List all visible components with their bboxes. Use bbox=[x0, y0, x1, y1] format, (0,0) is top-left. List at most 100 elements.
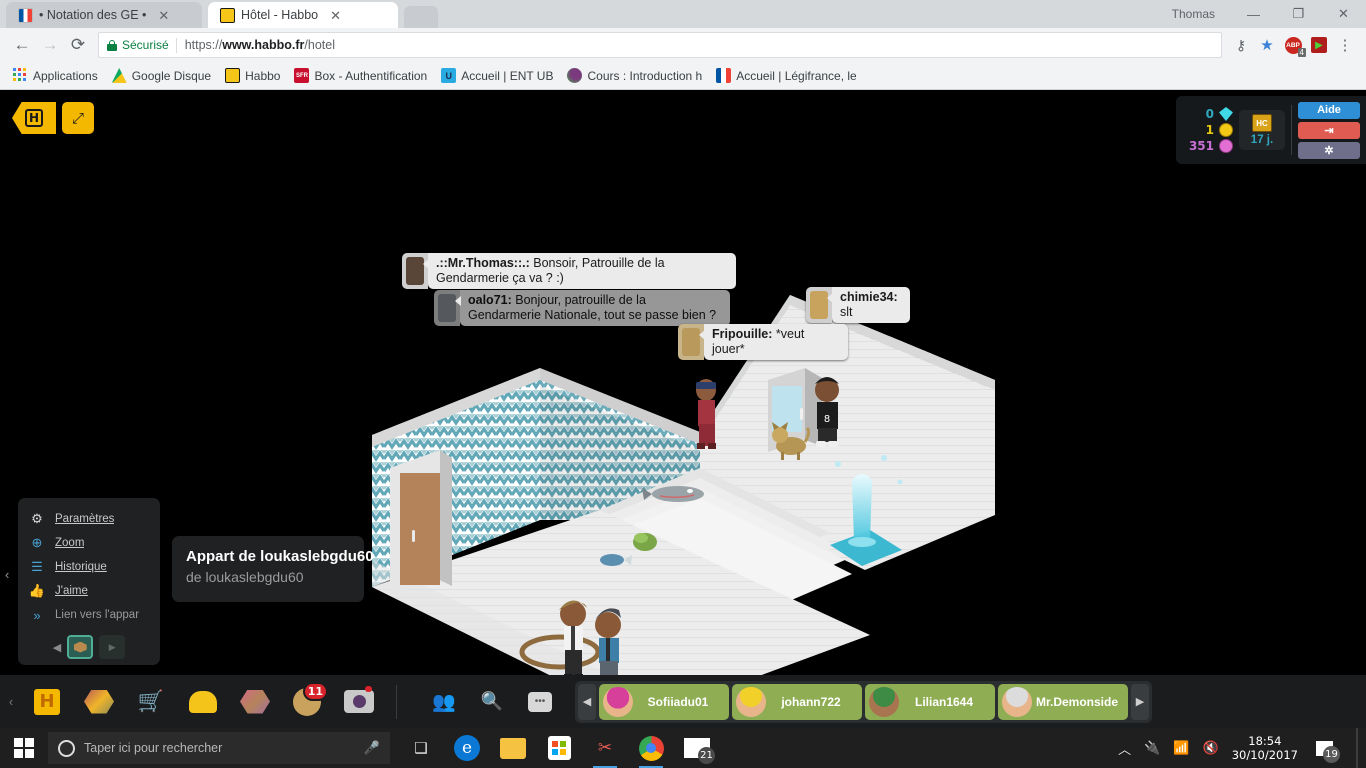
chat-author: chimie34: bbox=[840, 290, 898, 304]
adblock-plus-icon[interactable]: ABP 4 bbox=[1280, 32, 1306, 58]
tab-title: Hôtel - Habbo bbox=[241, 8, 319, 22]
microphone-icon[interactable]: 🎤 bbox=[364, 740, 380, 756]
exit-button[interactable]: ⇥ bbox=[1298, 121, 1360, 139]
chat-bubble-oalo71[interactable]: oalo71: Bonjour, patrouille de la Gendar… bbox=[434, 290, 730, 326]
menu-collapse-arrow[interactable]: ‹ bbox=[5, 567, 9, 582]
bookmark-applications[interactable]: Applications bbox=[8, 66, 103, 85]
currency-diamonds[interactable]: 0 bbox=[1206, 107, 1233, 121]
toolbar-divider bbox=[396, 684, 397, 719]
zoom-icon: ⊕ bbox=[31, 535, 43, 550]
bookmark-box-authentification[interactable]: SFR Box - Authentification bbox=[289, 66, 432, 85]
bookmark-habbo[interactable]: Habbo bbox=[220, 66, 285, 85]
pager-page-current[interactable] bbox=[67, 635, 94, 659]
chat-bubble-chimie34[interactable]: chimie34: slt bbox=[806, 287, 910, 323]
bookmark-google-disque[interactable]: Google Disque bbox=[107, 66, 216, 85]
address-bar[interactable]: Sécurisé https://www.habbo.fr/hotel bbox=[98, 32, 1222, 58]
friends-prev-button[interactable]: ◀ bbox=[578, 683, 596, 720]
forward-button[interactable]: → bbox=[36, 31, 64, 59]
browser-tab-1[interactable]: • Notation des GE • ✕ bbox=[6, 2, 202, 28]
chat-bubble-fripouille[interactable]: Fripouille: *veut jouer* bbox=[678, 324, 848, 360]
room-furniture-icon[interactable] bbox=[236, 683, 274, 721]
browser-toolbar: ← → ⟳ Sécurisé https://www.habbo.fr/hote… bbox=[0, 28, 1366, 62]
task-view-icon[interactable]: ❑ bbox=[400, 728, 442, 768]
menu-item-label: Zoom bbox=[55, 537, 85, 549]
wifi-icon[interactable]: 📶 bbox=[1173, 740, 1189, 756]
snipping-tool-icon[interactable]: ✂ bbox=[584, 728, 626, 768]
file-explorer-icon[interactable] bbox=[492, 728, 534, 768]
tab-close-icon[interactable]: ✕ bbox=[158, 9, 169, 22]
chat-bubble-text: oalo71: Bonjour, patrouille de la Gendar… bbox=[455, 290, 730, 326]
settings-button[interactable]: ✲ bbox=[1298, 141, 1360, 159]
pager-prev-button[interactable]: ◀ bbox=[53, 641, 61, 654]
new-tab-button[interactable] bbox=[404, 6, 438, 28]
diamond-icon bbox=[1219, 107, 1233, 121]
start-button[interactable] bbox=[0, 728, 48, 768]
close-button[interactable]: ✕ bbox=[1321, 0, 1366, 28]
svg-text:8: 8 bbox=[824, 414, 830, 425]
habbo-icon bbox=[220, 7, 235, 23]
microsoft-store-icon[interactable] bbox=[538, 728, 580, 768]
habbo-club-panel[interactable]: HC 17 j. bbox=[1239, 110, 1285, 150]
friend-item[interactable]: Lilian1644 bbox=[865, 683, 995, 720]
room-info-card[interactable]: Appart de loukaslebgdu60 de loukaslebgdu… bbox=[172, 536, 374, 602]
avatar-profile-icon[interactable]: 11 bbox=[288, 681, 328, 721]
battery-charging-icon[interactable]: 🔌 bbox=[1144, 740, 1160, 756]
friend-search-icon[interactable]: 🔍 bbox=[473, 683, 511, 721]
back-button[interactable]: ← bbox=[8, 31, 36, 59]
profile-name[interactable]: Thomas bbox=[1172, 7, 1215, 21]
toolbar-collapse-arrow[interactable]: ‹ bbox=[0, 694, 22, 709]
search-placeholder: Taper ici pour rechercher bbox=[84, 741, 223, 755]
menu-item-historique[interactable]: ☰ Historique bbox=[18, 555, 160, 579]
avatar bbox=[869, 686, 899, 717]
menu-item-zoom[interactable]: ⊕ Zoom bbox=[18, 531, 160, 555]
chat-history-icon[interactable]: ••• bbox=[521, 683, 559, 721]
reload-button[interactable]: ⟳ bbox=[64, 31, 92, 59]
browser-tab-2[interactable]: Hôtel - Habbo ✕ bbox=[208, 2, 398, 28]
camera-icon[interactable] bbox=[340, 683, 378, 721]
habbo-bottom-toolbar: ‹ H 🛒 11 👥 🔍 ••• ◀ Sofiiadu01 johann722 … bbox=[0, 675, 1366, 728]
chat-bubble-mr-thomas[interactable]: .::Mr.Thomas::.: Bonsoir, Patrouille de … bbox=[402, 253, 736, 289]
habbo-home-icon[interactable]: H bbox=[28, 683, 66, 721]
mail-icon[interactable]: 21 bbox=[676, 728, 718, 768]
inventory-icon[interactable] bbox=[80, 683, 118, 721]
bookmark-ent-ub[interactable]: U Accueil | ENT UB bbox=[436, 66, 558, 85]
fullscreen-button[interactable]: ⤢ bbox=[62, 102, 94, 134]
menu-pager: ◀ ▶ bbox=[18, 635, 160, 659]
tab-close-icon[interactable]: ✕ bbox=[330, 9, 341, 22]
minimize-button[interactable]: — bbox=[1231, 0, 1276, 28]
google-chrome-icon[interactable] bbox=[630, 728, 672, 768]
menu-item-label: Paramètres bbox=[55, 513, 115, 525]
chrome-menu-icon[interactable]: ⋮ bbox=[1332, 32, 1358, 58]
menu-item-jaime[interactable]: 👍 J'aime bbox=[18, 579, 160, 603]
currency-duckets[interactable]: 351 bbox=[1189, 139, 1233, 153]
friends-group-icon[interactable]: 👥 bbox=[425, 683, 463, 721]
key-icon[interactable]: ⚷ bbox=[1228, 32, 1254, 58]
currency-credits[interactable]: 1 bbox=[1206, 123, 1233, 137]
bookmark-legifrance[interactable]: Accueil | Légifrance, le bbox=[711, 66, 861, 85]
bookmark-star-icon[interactable]: ★ bbox=[1254, 32, 1280, 58]
clock[interactable]: 18:54 30/10/2017 bbox=[1232, 734, 1298, 762]
builders-club-icon[interactable] bbox=[184, 683, 222, 721]
pager-next-page[interactable]: ▶ bbox=[99, 635, 126, 659]
action-center-icon[interactable]: 19 bbox=[1311, 735, 1340, 763]
chat-bubble-text: Fripouille: *veut jouer* bbox=[699, 324, 848, 360]
maximize-button[interactable]: ❐ bbox=[1276, 0, 1321, 28]
volume-muted-icon[interactable]: 🔇 bbox=[1203, 740, 1219, 756]
habbo-game-area[interactable]: 8 H ⤢ 0 1 351 HC 17 j. Aide ⇥ ✲ .::Mr.Th… bbox=[0, 90, 1366, 675]
microsoft-edge-icon[interactable]: e bbox=[446, 728, 488, 768]
show-desktop-button[interactable] bbox=[1356, 728, 1358, 768]
toolbar-icon-group: H 🛒 11 bbox=[22, 681, 378, 721]
bookmark-cours-introduction[interactable]: Cours : Introduction h bbox=[562, 66, 707, 85]
friend-item[interactable]: johann722 bbox=[732, 683, 862, 720]
taskbar-search-box[interactable]: Taper ici pour rechercher 🎤 bbox=[48, 732, 390, 764]
tray-expand-chevron-icon[interactable]: ︿ bbox=[1118, 739, 1131, 758]
catalogue-cart-icon[interactable]: 🛒 bbox=[132, 683, 170, 721]
friend-item[interactable]: Sofiiadu01 bbox=[599, 683, 729, 720]
currency-panel: 0 1 351 bbox=[1184, 107, 1233, 153]
flash-player-icon[interactable]: ▶ bbox=[1306, 32, 1332, 58]
friend-item[interactable]: Mr.Demonside bbox=[998, 683, 1128, 720]
menu-item-parametres[interactable]: ⚙ Paramètres bbox=[18, 507, 160, 531]
help-button[interactable]: Aide bbox=[1298, 101, 1360, 119]
menu-item-lien-vers-appart[interactable]: » Lien vers l'appar bbox=[18, 603, 160, 627]
friends-next-button[interactable]: ▶ bbox=[1131, 683, 1149, 720]
